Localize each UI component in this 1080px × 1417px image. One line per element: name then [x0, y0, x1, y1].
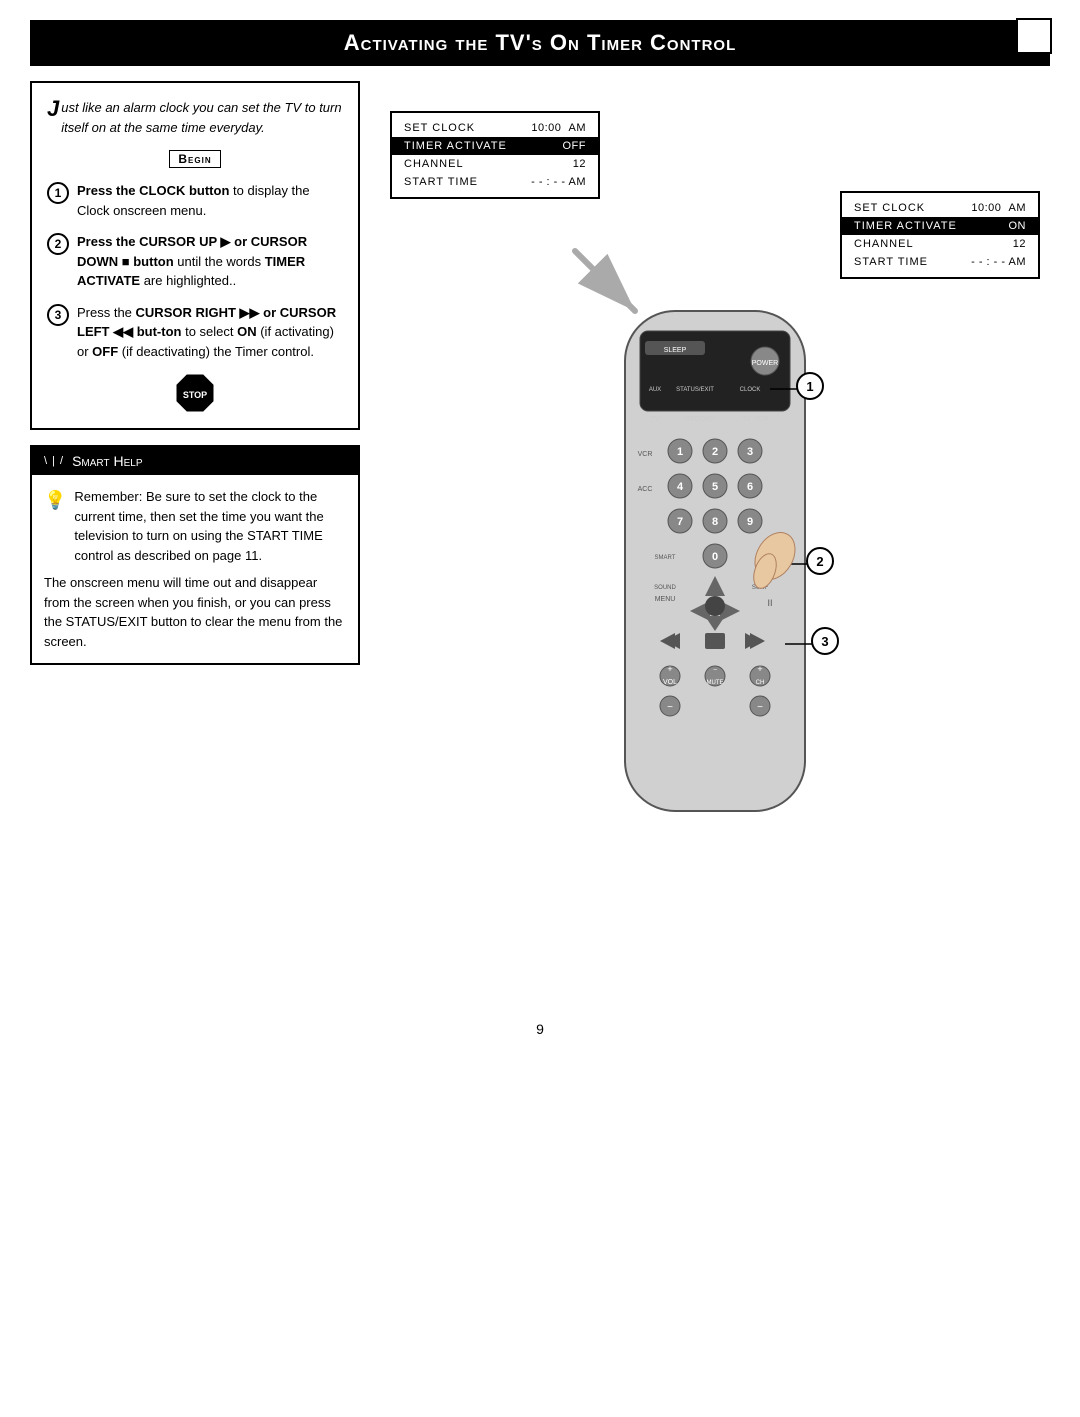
step-1-text: Press the CLOCK button to display the Cl… [77, 181, 343, 220]
svg-text:2: 2 [712, 446, 718, 458]
svg-text:1: 1 [806, 379, 813, 394]
svg-text:STOP: STOP [183, 390, 207, 400]
svg-text:CLOCK: CLOCK [740, 387, 761, 393]
svg-text:RECORD: RECORD [685, 416, 715, 423]
smart-help-header: Smart Help [32, 447, 358, 475]
intro-text: Just like an alarm clock you can set the… [47, 98, 343, 137]
svg-text:1: 1 [677, 446, 683, 458]
svg-text:−: − [757, 702, 763, 713]
step-2: 2 Press the CURSOR UP ▶ or CURSOR DOWN ■… [47, 232, 343, 291]
smart-help-body: 💡 Remember: Be sure to set the clock to … [32, 475, 358, 663]
svg-text:6: 6 [747, 481, 753, 493]
menu-before-row-3: CHANNEL 12 [392, 155, 598, 173]
svg-text:0: 0 [712, 551, 718, 563]
page-number-text: 9 [536, 1021, 544, 1037]
menu-after-row-2: TIMER ACTIVATE ON [842, 217, 1038, 235]
menu-before-row-2: TIMER ACTIVATE OFF [392, 137, 598, 155]
svg-text:3: 3 [747, 446, 753, 458]
svg-text:POWER: POWER [752, 360, 778, 367]
svg-text:5: 5 [712, 481, 718, 493]
svg-text:AUX: AUX [649, 387, 661, 393]
menu-after-value-1: 10:00 AM [971, 202, 1026, 214]
menu-after-row-4: START TIME - - : - - AM [842, 253, 1038, 271]
page-header: Activating the TV's On Timer Control [30, 20, 1050, 66]
smart-help-first-para: 💡 Remember: Be sure to set the clock to … [44, 487, 346, 565]
begin-badge: Begin [169, 150, 220, 168]
menu-after: SET CLOCK 10:00 AM TIMER ACTIVATE ON CHA… [840, 191, 1040, 279]
menu-before-label-1: SET CLOCK [404, 122, 475, 134]
svg-text:VCR: VCR [638, 451, 653, 458]
step-2-number: 2 [47, 233, 69, 255]
svg-text:MUTE: MUTE [707, 680, 724, 686]
svg-text:VOL: VOL [663, 679, 677, 686]
lightbulb-icon: 💡 [44, 487, 66, 514]
right-column: SET CLOCK 10:00 AM TIMER ACTIVATE OFF CH… [380, 81, 1050, 981]
menu-before-value-2: OFF [563, 140, 587, 152]
menu-after-value-3: 12 [1013, 238, 1026, 250]
menu-after-label-1: SET CLOCK [854, 202, 925, 214]
svg-text:SOUND: SOUND [654, 585, 676, 591]
menu-after-value-4: - - : - - AM [971, 256, 1026, 268]
step-3: 3 Press the CURSOR RIGHT ▶▶ or CURSOR LE… [47, 303, 343, 362]
svg-text:7: 7 [677, 516, 683, 528]
remote-control-diagram: SLEEP POWER AUX STATUS/EXIT CLOCK TV REC… [585, 311, 845, 874]
transition-arrow-icon [565, 241, 645, 321]
svg-text:3: 3 [821, 634, 828, 649]
svg-text:2: 2 [816, 554, 823, 569]
remote-svg: SLEEP POWER AUX STATUS/EXIT CLOCK TV REC… [585, 311, 845, 871]
menu-after-row-1: SET CLOCK 10:00 AM [842, 199, 1038, 217]
menu-after-label-2: TIMER ACTIVATE [854, 220, 957, 232]
svg-text:+: + [667, 664, 672, 674]
menu-after-row-3: CHANNEL 12 [842, 235, 1038, 253]
menu-after-label-3: CHANNEL [854, 238, 914, 250]
menu-before-label-4: START TIME [404, 176, 478, 188]
smart-help-text-1: Remember: Be sure to set the clock to th… [74, 487, 346, 565]
svg-text:−: − [713, 667, 717, 674]
svg-text:SLEEP: SLEEP [664, 347, 687, 354]
stop-sign-icon: STOP [175, 373, 215, 413]
step-2-text: Press the CURSOR UP ▶ or CURSOR DOWN ■ b… [77, 232, 343, 291]
menu-before: SET CLOCK 10:00 AM TIMER ACTIVATE OFF CH… [390, 111, 600, 199]
step-1-number: 1 [47, 182, 69, 204]
svg-text:II: II [767, 598, 772, 608]
svg-text:MENU: MENU [655, 596, 676, 603]
instructions-box: Just like an alarm clock you can set the… [30, 81, 360, 430]
page-number: 9 [0, 1011, 1080, 1047]
svg-text:+: + [757, 664, 762, 674]
svg-text:CH: CH [756, 680, 765, 686]
smart-help-box: Smart Help 💡 Remember: Be sure to set th… [30, 445, 360, 665]
header-corner-box [1016, 18, 1052, 54]
menu-before-row-1: SET CLOCK 10:00 AM [392, 119, 598, 137]
svg-text:9: 9 [747, 516, 753, 528]
svg-text:4: 4 [677, 481, 684, 493]
svg-text:ACC: ACC [638, 486, 653, 493]
drop-cap: J [47, 98, 59, 120]
svg-text:STATUS/EXIT: STATUS/EXIT [676, 387, 714, 393]
svg-text:TV: TV [651, 416, 660, 423]
menu-before-label-2: TIMER ACTIVATE [404, 140, 507, 152]
menu-after-value-2: ON [1009, 220, 1027, 232]
stop-icon-area: STOP [47, 373, 343, 413]
svg-text:8: 8 [712, 516, 718, 528]
menu-before-label-3: CHANNEL [404, 158, 464, 170]
smart-help-title: Smart Help [72, 453, 142, 469]
svg-text:TV·VCR: TV·VCR [742, 416, 768, 423]
svg-text:SMART: SMART [655, 555, 676, 561]
menu-before-value-4: - - : - - AM [531, 176, 586, 188]
begin-label: Begin [47, 149, 343, 169]
menu-after-label-4: START TIME [854, 256, 928, 268]
step-3-number: 3 [47, 304, 69, 326]
main-content: Just like an alarm clock you can set the… [30, 81, 1050, 981]
menu-before-row-4: START TIME - - : - - AM [392, 173, 598, 191]
step-3-text: Press the CURSOR RIGHT ▶▶ or CURSOR LEFT… [77, 303, 343, 362]
svg-text:−: − [667, 702, 673, 713]
menu-before-value-1: 10:00 AM [531, 122, 586, 134]
step-1: 1 Press the CLOCK button to display the … [47, 181, 343, 220]
page-title: Activating the TV's On Timer Control [50, 30, 1030, 56]
smart-help-text-2: The onscreen menu will time out and disa… [44, 573, 346, 651]
left-column: Just like an alarm clock you can set the… [30, 81, 360, 981]
menu-before-value-3: 12 [573, 158, 586, 170]
